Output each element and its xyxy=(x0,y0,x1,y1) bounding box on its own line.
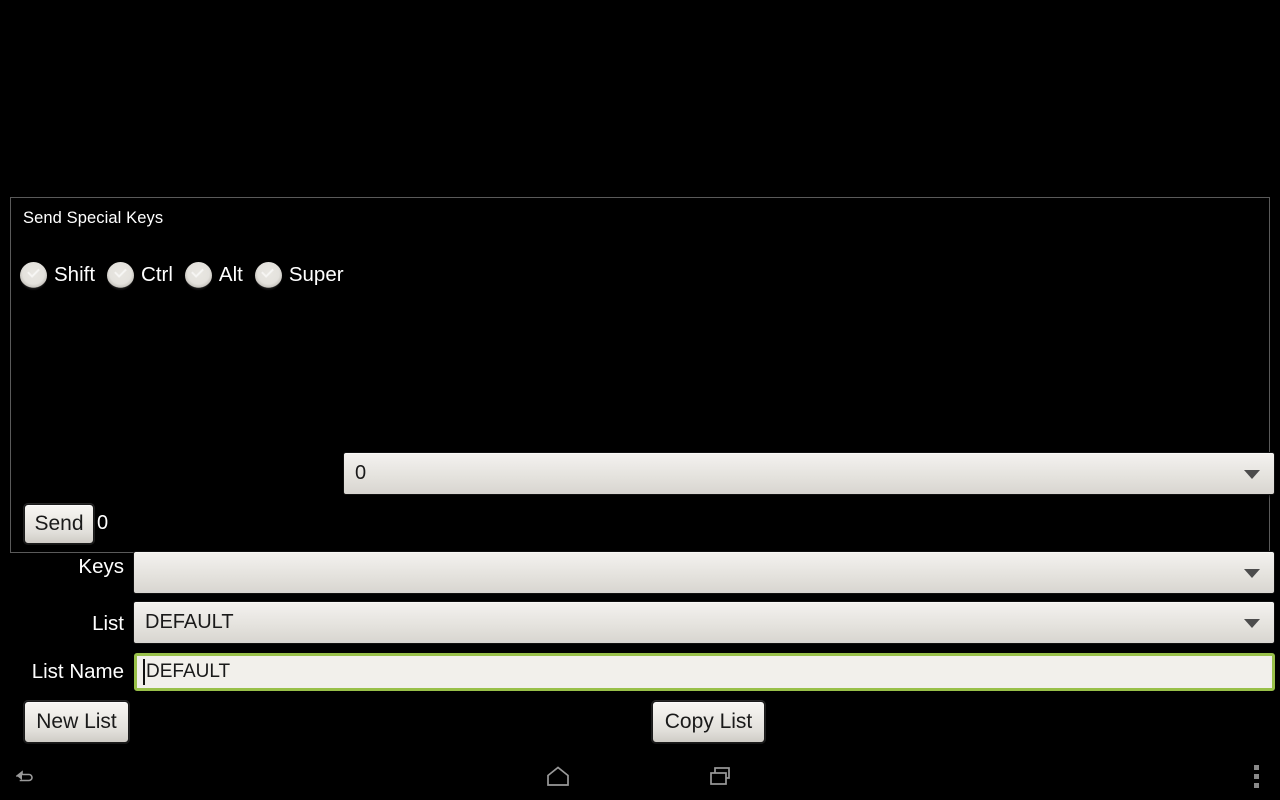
nav-recents-button[interactable] xyxy=(697,752,745,800)
keycode-spinner-value: 0 xyxy=(355,462,367,484)
system-navigation-bar xyxy=(0,752,1280,800)
send-button[interactable]: Send xyxy=(24,504,94,544)
checkbox-shift[interactable]: Shift xyxy=(20,253,107,297)
modifier-checkbox-row: Shift Ctrl Alt Super xyxy=(20,253,356,297)
keycode-spinner[interactable]: 0 xyxy=(343,452,1275,495)
checkbox-super[interactable]: Super xyxy=(254,253,356,297)
list-name-row-label: List Name xyxy=(31,660,124,683)
nav-back-button[interactable] xyxy=(0,752,48,800)
nav-overflow-menu-button[interactable] xyxy=(1232,752,1280,800)
chevron-down-icon[interactable] xyxy=(1244,618,1260,628)
list-name-input-value: DEFAULT xyxy=(146,661,231,682)
list-row-label: List xyxy=(92,612,124,635)
checkbox-super-label: Super xyxy=(288,263,344,286)
list-spinner[interactable]: DEFAULT xyxy=(133,601,1275,644)
checkbox-unchecked-icon[interactable] xyxy=(107,261,135,289)
chevron-down-icon[interactable] xyxy=(1244,568,1260,578)
checkbox-ctrl-label: Ctrl xyxy=(141,263,173,286)
checkbox-unchecked-icon[interactable] xyxy=(254,261,282,289)
text-caret xyxy=(143,659,145,685)
send-count-label: 0 xyxy=(97,512,109,534)
list-name-input[interactable]: DEFAULT xyxy=(134,653,1275,691)
checkbox-alt[interactable]: Alt xyxy=(184,253,255,297)
checkbox-ctrl[interactable]: Ctrl xyxy=(107,253,185,297)
chevron-down-icon[interactable] xyxy=(1244,469,1260,479)
page-title: Send Special Keys xyxy=(23,209,164,227)
checkbox-unchecked-icon[interactable] xyxy=(184,261,212,289)
keys-row-label: Keys xyxy=(78,555,124,578)
send-special-keys-panel: Send Special Keys Shift Ctrl Alt Super 0… xyxy=(10,197,1275,743)
overflow-menu-icon xyxy=(1253,763,1259,790)
recents-icon xyxy=(710,767,730,785)
keys-spinner[interactable] xyxy=(133,551,1275,594)
back-arrow-icon xyxy=(15,770,33,782)
nav-home-button[interactable] xyxy=(534,752,582,800)
new-list-button[interactable]: New List xyxy=(24,701,129,743)
app-root: Send Special Keys Shift Ctrl Alt Super 0… xyxy=(0,0,1280,800)
checkbox-shift-label: Shift xyxy=(54,263,96,286)
checkbox-alt-label: Alt xyxy=(218,263,243,286)
copy-list-button[interactable]: Copy List xyxy=(652,701,765,743)
checkbox-unchecked-icon[interactable] xyxy=(20,261,47,289)
home-icon xyxy=(547,766,569,786)
list-spinner-value: DEFAULT xyxy=(145,611,234,633)
